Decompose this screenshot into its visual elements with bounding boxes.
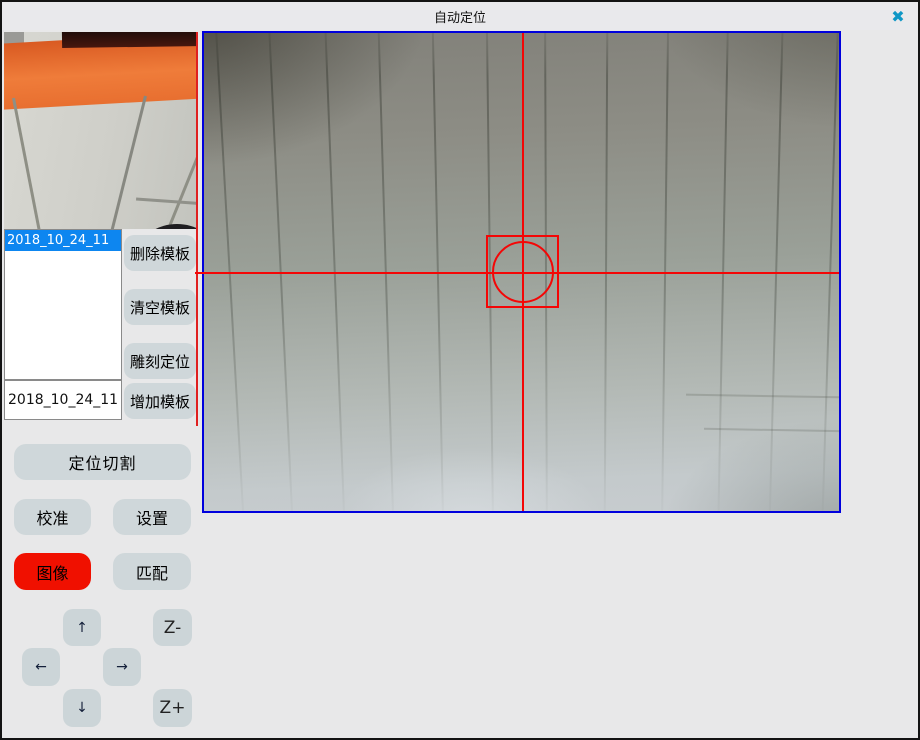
template-list[interactable]: 2018_10_24_11 bbox=[4, 229, 122, 380]
thumbnail-dark-object bbox=[142, 224, 196, 229]
template-list-item-selected[interactable]: 2018_10_24_11 bbox=[5, 230, 121, 251]
dialog-title: 自动定位 bbox=[434, 7, 486, 26]
ceiling-horizontal-seam bbox=[686, 394, 839, 399]
jog-right-button[interactable]: → bbox=[103, 648, 141, 686]
thumbnail-tile-line-horizontal bbox=[136, 198, 196, 206]
template-preview-image bbox=[4, 32, 196, 229]
template-name-input[interactable] bbox=[4, 380, 122, 420]
engrave-position-button[interactable]: 雕刻定位 bbox=[124, 343, 196, 379]
thumbnail-tile-line-middle bbox=[108, 96, 147, 229]
settings-button[interactable]: 设置 bbox=[113, 499, 191, 535]
z-minus-button[interactable]: Z- bbox=[153, 609, 192, 646]
titlebar: 自动定位 ✖ bbox=[2, 2, 918, 30]
target-circle bbox=[492, 241, 554, 303]
camera-view[interactable] bbox=[202, 31, 841, 513]
position-cut-button[interactable]: 定位切割 bbox=[14, 444, 191, 480]
thumbnail-tile-line-left bbox=[12, 98, 44, 229]
clear-templates-button[interactable]: 清空模板 bbox=[124, 289, 196, 325]
auto-position-dialog: 自动定位 ✖ 2018_10_24_11 删除模板 清空模板 雕刻定位 增加模板… bbox=[0, 0, 920, 740]
image-button[interactable]: 图像 bbox=[14, 553, 91, 590]
add-template-button[interactable]: 增加模板 bbox=[124, 383, 196, 419]
calibrate-button[interactable]: 校准 bbox=[14, 499, 91, 535]
thumbnail-dark-bar bbox=[62, 32, 196, 48]
jog-up-button[interactable]: ↑ bbox=[63, 609, 101, 646]
jog-left-button[interactable]: ← bbox=[22, 648, 60, 686]
close-icon[interactable]: ✖ bbox=[886, 5, 910, 27]
thumbnail-tile-line-right bbox=[155, 156, 196, 229]
match-button[interactable]: 匹配 bbox=[113, 553, 191, 590]
z-plus-button[interactable]: Z+ bbox=[153, 689, 192, 727]
jog-down-button[interactable]: ↓ bbox=[63, 689, 101, 727]
vertical-red-ruler-line bbox=[196, 32, 198, 426]
delete-template-button[interactable]: 删除模板 bbox=[124, 235, 196, 271]
